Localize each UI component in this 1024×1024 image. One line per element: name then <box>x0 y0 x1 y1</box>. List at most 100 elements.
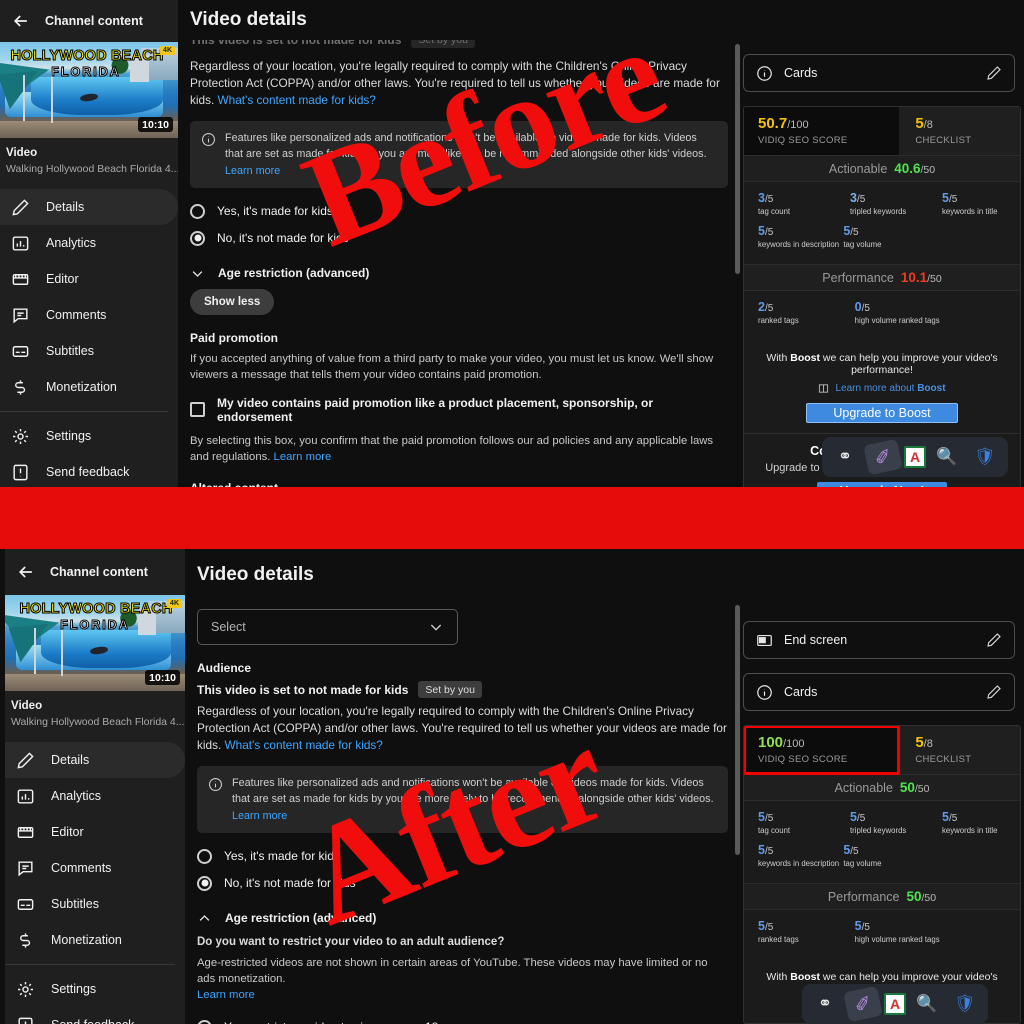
info-circle-icon <box>757 65 772 81</box>
sidebar-divider <box>0 411 168 412</box>
vidiq-actionable-metrics: 5/5 tag count 5/5 tripled keywords 5/5 keyw… <box>744 801 1020 883</box>
sidebar-item-monetization[interactable]: Monetization <box>0 369 178 405</box>
main-content-after: Video details Select Audience This video… <box>185 549 740 1024</box>
sidebar-item-analytics[interactable]: Analytics <box>5 778 185 814</box>
sidebar-item-comments[interactable]: Comments <box>5 850 185 886</box>
sidebar-item-editor[interactable]: Editor <box>5 814 185 850</box>
cards-card[interactable]: Cards <box>743 54 1015 92</box>
arrow-left-icon[interactable] <box>11 11 31 31</box>
sidebar-video-label: Video <box>11 700 43 712</box>
link-icon[interactable]: ⚭ <box>808 989 842 1019</box>
vidiq-checklist-tab[interactable]: 5/8 CHECKLIST <box>899 107 1020 155</box>
metric-value: 3 <box>850 191 857 205</box>
sidebar-item-analytics[interactable]: Analytics <box>0 225 178 261</box>
radio-made-for-kids-no[interactable]: No, it's not made for kids <box>190 225 728 252</box>
search-icon[interactable]: 🔍 <box>910 989 944 1019</box>
sidebar-item-details[interactable]: Details <box>5 742 185 778</box>
metric-key: tag volume <box>843 240 882 249</box>
sidebar-item-send-feedback[interactable]: Send feedback <box>5 1007 185 1024</box>
radio-button[interactable] <box>190 203 205 219</box>
checkbox[interactable] <box>190 402 205 418</box>
sidebar-item-settings[interactable]: Settings <box>5 971 185 1007</box>
show-less-button[interactable]: Show less <box>190 288 275 315</box>
age-restriction-label: Age restriction (advanced) <box>225 911 377 926</box>
end-screen-card[interactable]: End screen <box>743 621 1015 659</box>
made-for-kids-link[interactable]: What's content made for kids? <box>218 93 376 107</box>
vidiq-seo-score-tab[interactable]: 50.7/100 VIDIQ SEO SCORE <box>744 107 900 155</box>
kids-info-learn-more-link[interactable]: Learn more <box>225 165 280 177</box>
sidebar-item-send-feedback[interactable]: Send feedback <box>0 454 178 487</box>
right-panel-before: Cards 50.7/100 VIDIQ SEO SCORE 5/8 CHECK… <box>740 0 1024 487</box>
thumbnail-title-line2: FLORIDA <box>51 65 121 80</box>
vidiq-panel: 50.7/100 VIDIQ SEO SCORE 5/8 CHECKLIST A… <box>743 106 1021 487</box>
feather-icon[interactable]: ✐ <box>863 438 903 476</box>
feather-icon[interactable]: ✐ <box>843 985 883 1023</box>
kids-info-learn-more-link[interactable]: Learn more <box>232 810 287 822</box>
category-select[interactable]: Select <box>197 609 458 645</box>
sidebar-item-editor[interactable]: Editor <box>0 261 178 297</box>
metric-value: 3 <box>758 191 765 205</box>
feedback-icon <box>13 464 28 480</box>
kids-info-text: Features like personalized ads and notif… <box>232 777 714 806</box>
metric-value: 5 <box>758 224 765 238</box>
learn-more-about-boost-link[interactable]: Learn more about Boost <box>754 383 1010 394</box>
video-thumbnail[interactable]: HOLLYWOOD BEACH FLORIDA 4K 10:10 <box>0 42 178 138</box>
monetization-icon <box>20 932 31 948</box>
metric-tag-count: 3/5 tag count <box>744 191 836 216</box>
vidiq-seo-label: VIDIQ SEO SCORE <box>758 135 848 146</box>
metric-value: 5 <box>758 810 765 824</box>
acrobat-icon[interactable]: A <box>904 446 926 468</box>
vidiq-actionable-den: /50 <box>920 164 936 176</box>
radio-button[interactable] <box>190 230 205 246</box>
search-icon[interactable]: 🔍 <box>930 442 964 472</box>
security-shield-icon[interactable]: 🛡 <box>968 442 1002 472</box>
link-icon[interactable]: ⚭ <box>828 442 862 472</box>
vidiq-actionable-value: 40.6 <box>894 161 921 176</box>
radio-made-for-kids-no[interactable]: No, it's not made for kids <box>197 870 728 897</box>
page-header: Video details <box>178 0 740 40</box>
video-thumbnail[interactable]: HOLLYWOOD BEACH FLORIDA 4K 10:10 <box>5 595 185 691</box>
vidiq-checklist-label: CHECKLIST <box>915 754 972 765</box>
main-content-before: Video details This video is set to not m… <box>178 0 740 487</box>
sidebar-item-subtitles[interactable]: Subtitles <box>0 333 178 369</box>
radio-age-restrict-yes[interactable]: Yes, restrict my video to viewers over 1… <box>197 1014 728 1024</box>
age-restriction-toggle[interactable]: Age restriction (advanced) <box>197 911 728 926</box>
cards-card[interactable]: Cards <box>743 673 1015 711</box>
vidiq-seo-score-tab[interactable]: 100/100 VIDIQ SEO SCORE <box>744 726 901 775</box>
sidebar-video-label: Video <box>6 147 38 159</box>
metric-value: 5 <box>854 919 862 933</box>
vidiq-performance-band: Performance 50/50 <box>744 883 1020 910</box>
sidebar-item-monetization[interactable]: Monetization <box>5 922 185 958</box>
radio-made-for-kids-yes[interactable]: Yes, it's made for kids <box>190 198 728 225</box>
security-shield-icon[interactable]: 🛡 <box>948 989 982 1019</box>
thumbnail-duration: 10:10 <box>145 670 180 685</box>
audience-status-text: This video is set to not made for kids <box>190 40 402 47</box>
vidiq-checklist-tab[interactable]: 5/8 CHECKLIST <box>899 726 1020 774</box>
radio-button[interactable] <box>197 1019 212 1024</box>
acrobat-icon[interactable]: A <box>884 993 906 1015</box>
paid-promotion-checkbox-row[interactable]: My video contains paid promotion like a … <box>190 396 728 424</box>
made-for-kids-link[interactable]: What's content made for kids? <box>225 738 383 752</box>
boost-text-pre: With <box>766 352 791 364</box>
thumbnail-quality-badge: 4K <box>160 46 175 56</box>
sidebar-item-settings[interactable]: Settings <box>0 418 178 454</box>
age-restriction-toggle[interactable]: Age restriction (advanced) <box>190 266 728 281</box>
radio-made-for-kids-yes[interactable]: Yes, it's made for kids <box>197 843 728 870</box>
radio-button[interactable] <box>197 848 212 864</box>
radio-button[interactable] <box>197 875 212 891</box>
sidebar-item-subtitles[interactable]: Subtitles <box>5 886 185 922</box>
paid-note-learn-more-link[interactable]: Learn more <box>274 451 332 463</box>
pencil-icon[interactable] <box>986 684 1002 700</box>
sidebar-item-details[interactable]: Details <box>0 189 178 225</box>
vidiq-performance-metrics: 5/5 ranked tags 5/5 high volume ranked tag… <box>744 910 1020 959</box>
audience-status-row: This video is set to not made for kids S… <box>197 681 728 698</box>
metric-den: /5 <box>850 227 859 238</box>
metric-den: /5 <box>850 846 859 857</box>
upgrade-to-boost-button[interactable]: Upgrade to Boost <box>806 403 958 423</box>
page-header: Video details <box>185 549 740 601</box>
sidebar-item-comments[interactable]: Comments <box>0 297 178 333</box>
pencil-icon[interactable] <box>986 632 1002 648</box>
pencil-icon[interactable] <box>986 65 1002 81</box>
arrow-left-icon[interactable] <box>16 562 36 582</box>
age-note-learn-more-link[interactable]: Learn more <box>197 989 255 1001</box>
